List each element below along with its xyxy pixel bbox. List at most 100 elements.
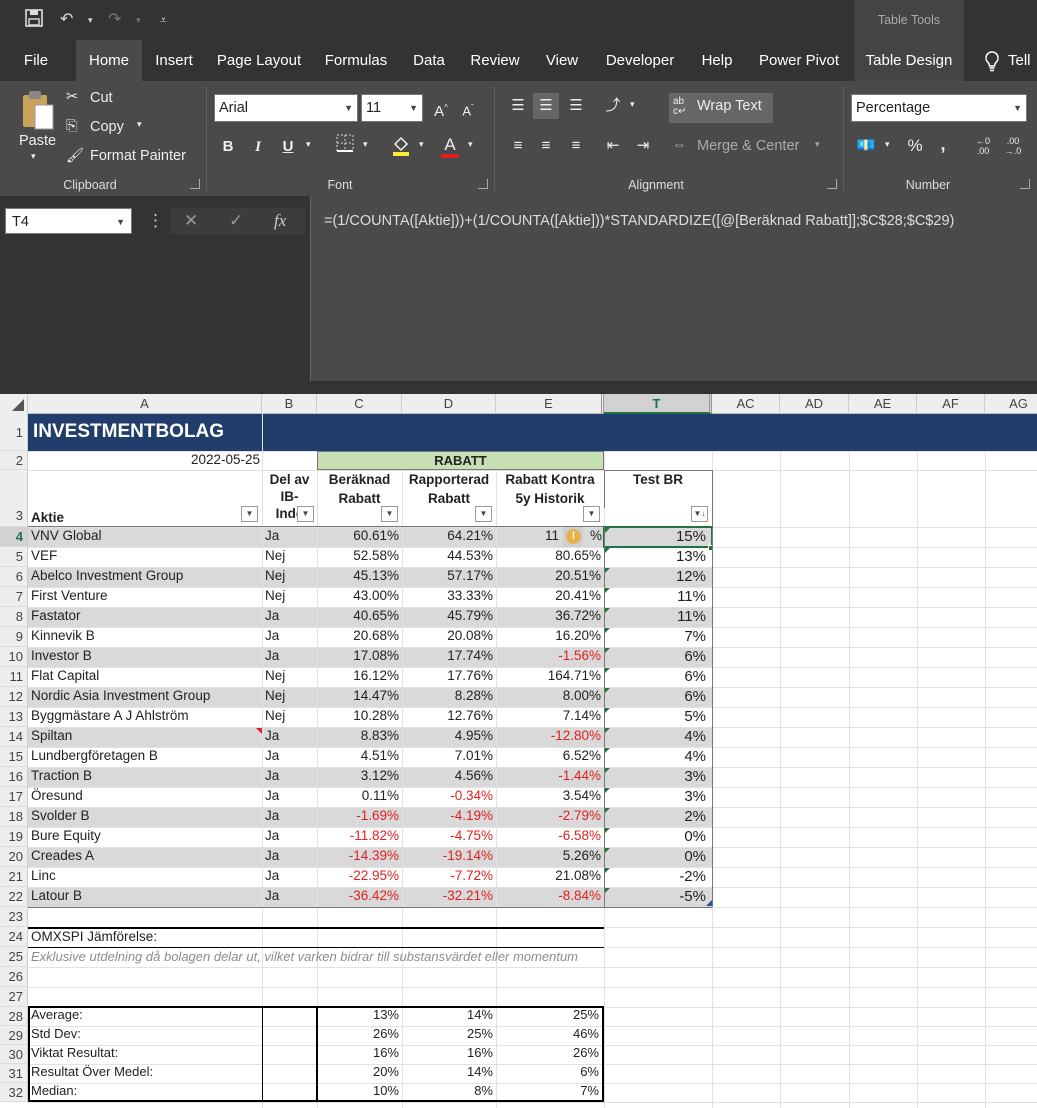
worksheet-grid[interactable]: A B C D E T AC AD AE AF AG 1 2 3 4 5 6 7 8 9 10 11… bbox=[0, 394, 1037, 1108]
cell-test-br[interactable]: 11% bbox=[604, 588, 708, 606]
row-header-8[interactable]: 8 bbox=[0, 607, 28, 627]
cell-aktie[interactable]: Traction B bbox=[31, 768, 260, 783]
cell-test-br[interactable]: -2% bbox=[604, 868, 708, 886]
row-header-19[interactable]: 19 bbox=[0, 827, 28, 847]
cell-aktie[interactable]: Investor B bbox=[31, 648, 260, 663]
cell-beraknad-rabatt[interactable]: 43.00% bbox=[317, 588, 401, 603]
cell-aktie[interactable]: Öresund bbox=[31, 788, 260, 803]
cell-rabatt-kontra[interactable]: 5.26% bbox=[496, 848, 603, 863]
column-header-ad[interactable]: AD bbox=[780, 394, 849, 414]
stat-kontra[interactable]: 26% bbox=[496, 1045, 601, 1060]
align-left-icon[interactable]: ≡ bbox=[505, 133, 531, 159]
align-top-icon[interactable]: ☰ bbox=[505, 93, 531, 119]
cell-aktie[interactable]: VEF bbox=[31, 548, 260, 563]
undo-dropdown-icon[interactable]: ▾ bbox=[88, 8, 93, 32]
cell-test-br[interactable]: 6% bbox=[604, 648, 708, 666]
row-header-26[interactable]: 26 bbox=[0, 967, 28, 987]
stat-kontra[interactable]: 7% bbox=[496, 1083, 601, 1098]
row-header-4[interactable]: 4 bbox=[0, 527, 28, 547]
cell-beraknad-rabatt[interactable]: 52.58% bbox=[317, 548, 401, 563]
cell-beraknad-rabatt[interactable]: 45.13% bbox=[317, 568, 401, 583]
bold-button[interactable]: B bbox=[215, 134, 241, 160]
tab-power-pivot[interactable]: Power Pivot bbox=[750, 40, 848, 81]
cell-rabatt-kontra-suffix[interactable]: % bbox=[590, 528, 602, 543]
align-right-icon[interactable]: ≡ bbox=[563, 133, 589, 159]
cell-aktie[interactable]: Kinnevik B bbox=[31, 628, 260, 643]
cell-rapporterad-rabatt[interactable]: 64.21% bbox=[402, 528, 495, 543]
cell-rabatt-kontra[interactable]: -6.58% bbox=[496, 828, 603, 843]
lightbulb-icon[interactable] bbox=[978, 40, 1006, 81]
fill-color-icon[interactable] bbox=[388, 134, 414, 160]
paste-dropdown-icon[interactable]: ▾ bbox=[31, 151, 36, 162]
cell-rabatt-kontra[interactable]: -1.44% bbox=[496, 768, 603, 783]
cell-test-br[interactable]: 6% bbox=[604, 688, 708, 706]
column-header-b[interactable]: B bbox=[262, 394, 317, 414]
cell-aktie[interactable]: Spiltan bbox=[31, 728, 260, 743]
select-all-button[interactable] bbox=[0, 394, 28, 414]
filter-button-kontra[interactable]: ▼ bbox=[583, 506, 600, 522]
cell-beraknad-rabatt[interactable]: 8.83% bbox=[317, 728, 401, 743]
decrease-decimal-icon[interactable]: .00 →.0 bbox=[1000, 133, 1026, 159]
merge-dropdown-icon[interactable]: ▾ bbox=[815, 139, 820, 150]
row-header-15[interactable]: 15 bbox=[0, 747, 28, 767]
tab-review[interactable]: Review bbox=[462, 40, 528, 81]
stat-kontra[interactable]: 25% bbox=[496, 1007, 601, 1022]
cell-del-av-ib[interactable]: Ja bbox=[265, 808, 315, 823]
cell-del-av-ib[interactable]: Ja bbox=[265, 848, 315, 863]
row-header-3[interactable]: 3 bbox=[0, 470, 28, 527]
comma-style-button[interactable]: , bbox=[930, 131, 956, 157]
increase-indent-icon[interactable]: ⇥ bbox=[630, 133, 656, 159]
tab-developer[interactable]: Developer bbox=[596, 40, 684, 81]
font-color-dropdown-icon[interactable]: ▾ bbox=[468, 139, 473, 150]
format-painter-button[interactable]: Format Painter bbox=[90, 148, 186, 164]
undo-icon[interactable]: ↶ bbox=[60, 8, 73, 32]
cell-del-av-ib[interactable]: Ja bbox=[265, 628, 315, 643]
cell-rabatt-kontra[interactable]: 20.41% bbox=[496, 588, 603, 603]
enter-icon[interactable]: ✓ bbox=[229, 208, 243, 234]
accounting-dropdown-icon[interactable]: ▾ bbox=[885, 139, 890, 150]
cell-rapporterad-rabatt[interactable]: 4.56% bbox=[402, 768, 495, 783]
column-header-t[interactable]: T bbox=[604, 394, 712, 414]
row-header-27[interactable]: 27 bbox=[0, 987, 28, 1007]
cell-rapporterad-rabatt[interactable]: 57.17% bbox=[402, 568, 495, 583]
cell-aktie[interactable]: Byggmästare A J Ahlström bbox=[31, 708, 260, 723]
cell-del-av-ib[interactable]: Ja bbox=[265, 728, 315, 743]
more-options-icon[interactable]: ⋮ bbox=[147, 208, 164, 234]
number-launcher-icon[interactable] bbox=[1020, 179, 1030, 189]
column-header-a[interactable]: A bbox=[28, 394, 262, 414]
align-center-icon[interactable]: ≡ bbox=[533, 133, 559, 159]
percent-style-button[interactable]: % bbox=[902, 133, 928, 159]
cell-aktie[interactable]: Fastator bbox=[31, 608, 260, 623]
cell-rabatt-kontra[interactable]: -1.56% bbox=[496, 648, 603, 663]
row-header-32[interactable]: 32 bbox=[0, 1083, 28, 1102]
cell-test-br[interactable]: 12% bbox=[604, 568, 708, 586]
paste-icon[interactable] bbox=[20, 89, 56, 131]
column-header-d[interactable]: D bbox=[402, 394, 496, 414]
row-header-17[interactable]: 17 bbox=[0, 787, 28, 807]
cell-test-br[interactable]: 5% bbox=[604, 708, 708, 726]
cell-del-av-ib[interactable]: Ja bbox=[265, 768, 315, 783]
row-header-2[interactable]: 2 bbox=[0, 451, 28, 470]
save-icon[interactable] bbox=[24, 8, 44, 32]
tab-view[interactable]: View bbox=[536, 40, 588, 81]
cell-beraknad-rabatt[interactable]: 16.12% bbox=[317, 668, 401, 683]
cell-del-av-ib[interactable]: Nej bbox=[265, 588, 315, 603]
underline-button[interactable]: U bbox=[275, 134, 301, 160]
stat-beraknad[interactable]: 10% bbox=[317, 1083, 401, 1098]
column-header-ae[interactable]: AE bbox=[849, 394, 917, 414]
orientation-dropdown-icon[interactable]: ▾ bbox=[630, 99, 635, 110]
font-size-combo[interactable]: 11 ▼ bbox=[361, 94, 423, 122]
cell-beraknad-rabatt[interactable]: -11.82% bbox=[317, 828, 401, 843]
cell-rabatt-kontra[interactable]: 164.71% bbox=[496, 668, 603, 683]
increase-decimal-icon[interactable]: ←0.00 bbox=[970, 133, 996, 159]
cell-del-av-ib[interactable]: Ja bbox=[265, 828, 315, 843]
row-header-24[interactable]: 24 bbox=[0, 927, 28, 947]
cell-del-av-ib[interactable]: Nej bbox=[265, 708, 315, 723]
column-header-e[interactable]: E bbox=[496, 394, 604, 414]
tab-insert[interactable]: Insert bbox=[146, 40, 202, 81]
cell-rabatt-kontra[interactable]: 16.20% bbox=[496, 628, 603, 643]
row-header-22[interactable]: 22 bbox=[0, 887, 28, 907]
row-header-5[interactable]: 5 bbox=[0, 547, 28, 567]
fill-dropdown-icon[interactable]: ▾ bbox=[419, 139, 424, 150]
cell-beraknad-rabatt[interactable]: 20.68% bbox=[317, 628, 401, 643]
